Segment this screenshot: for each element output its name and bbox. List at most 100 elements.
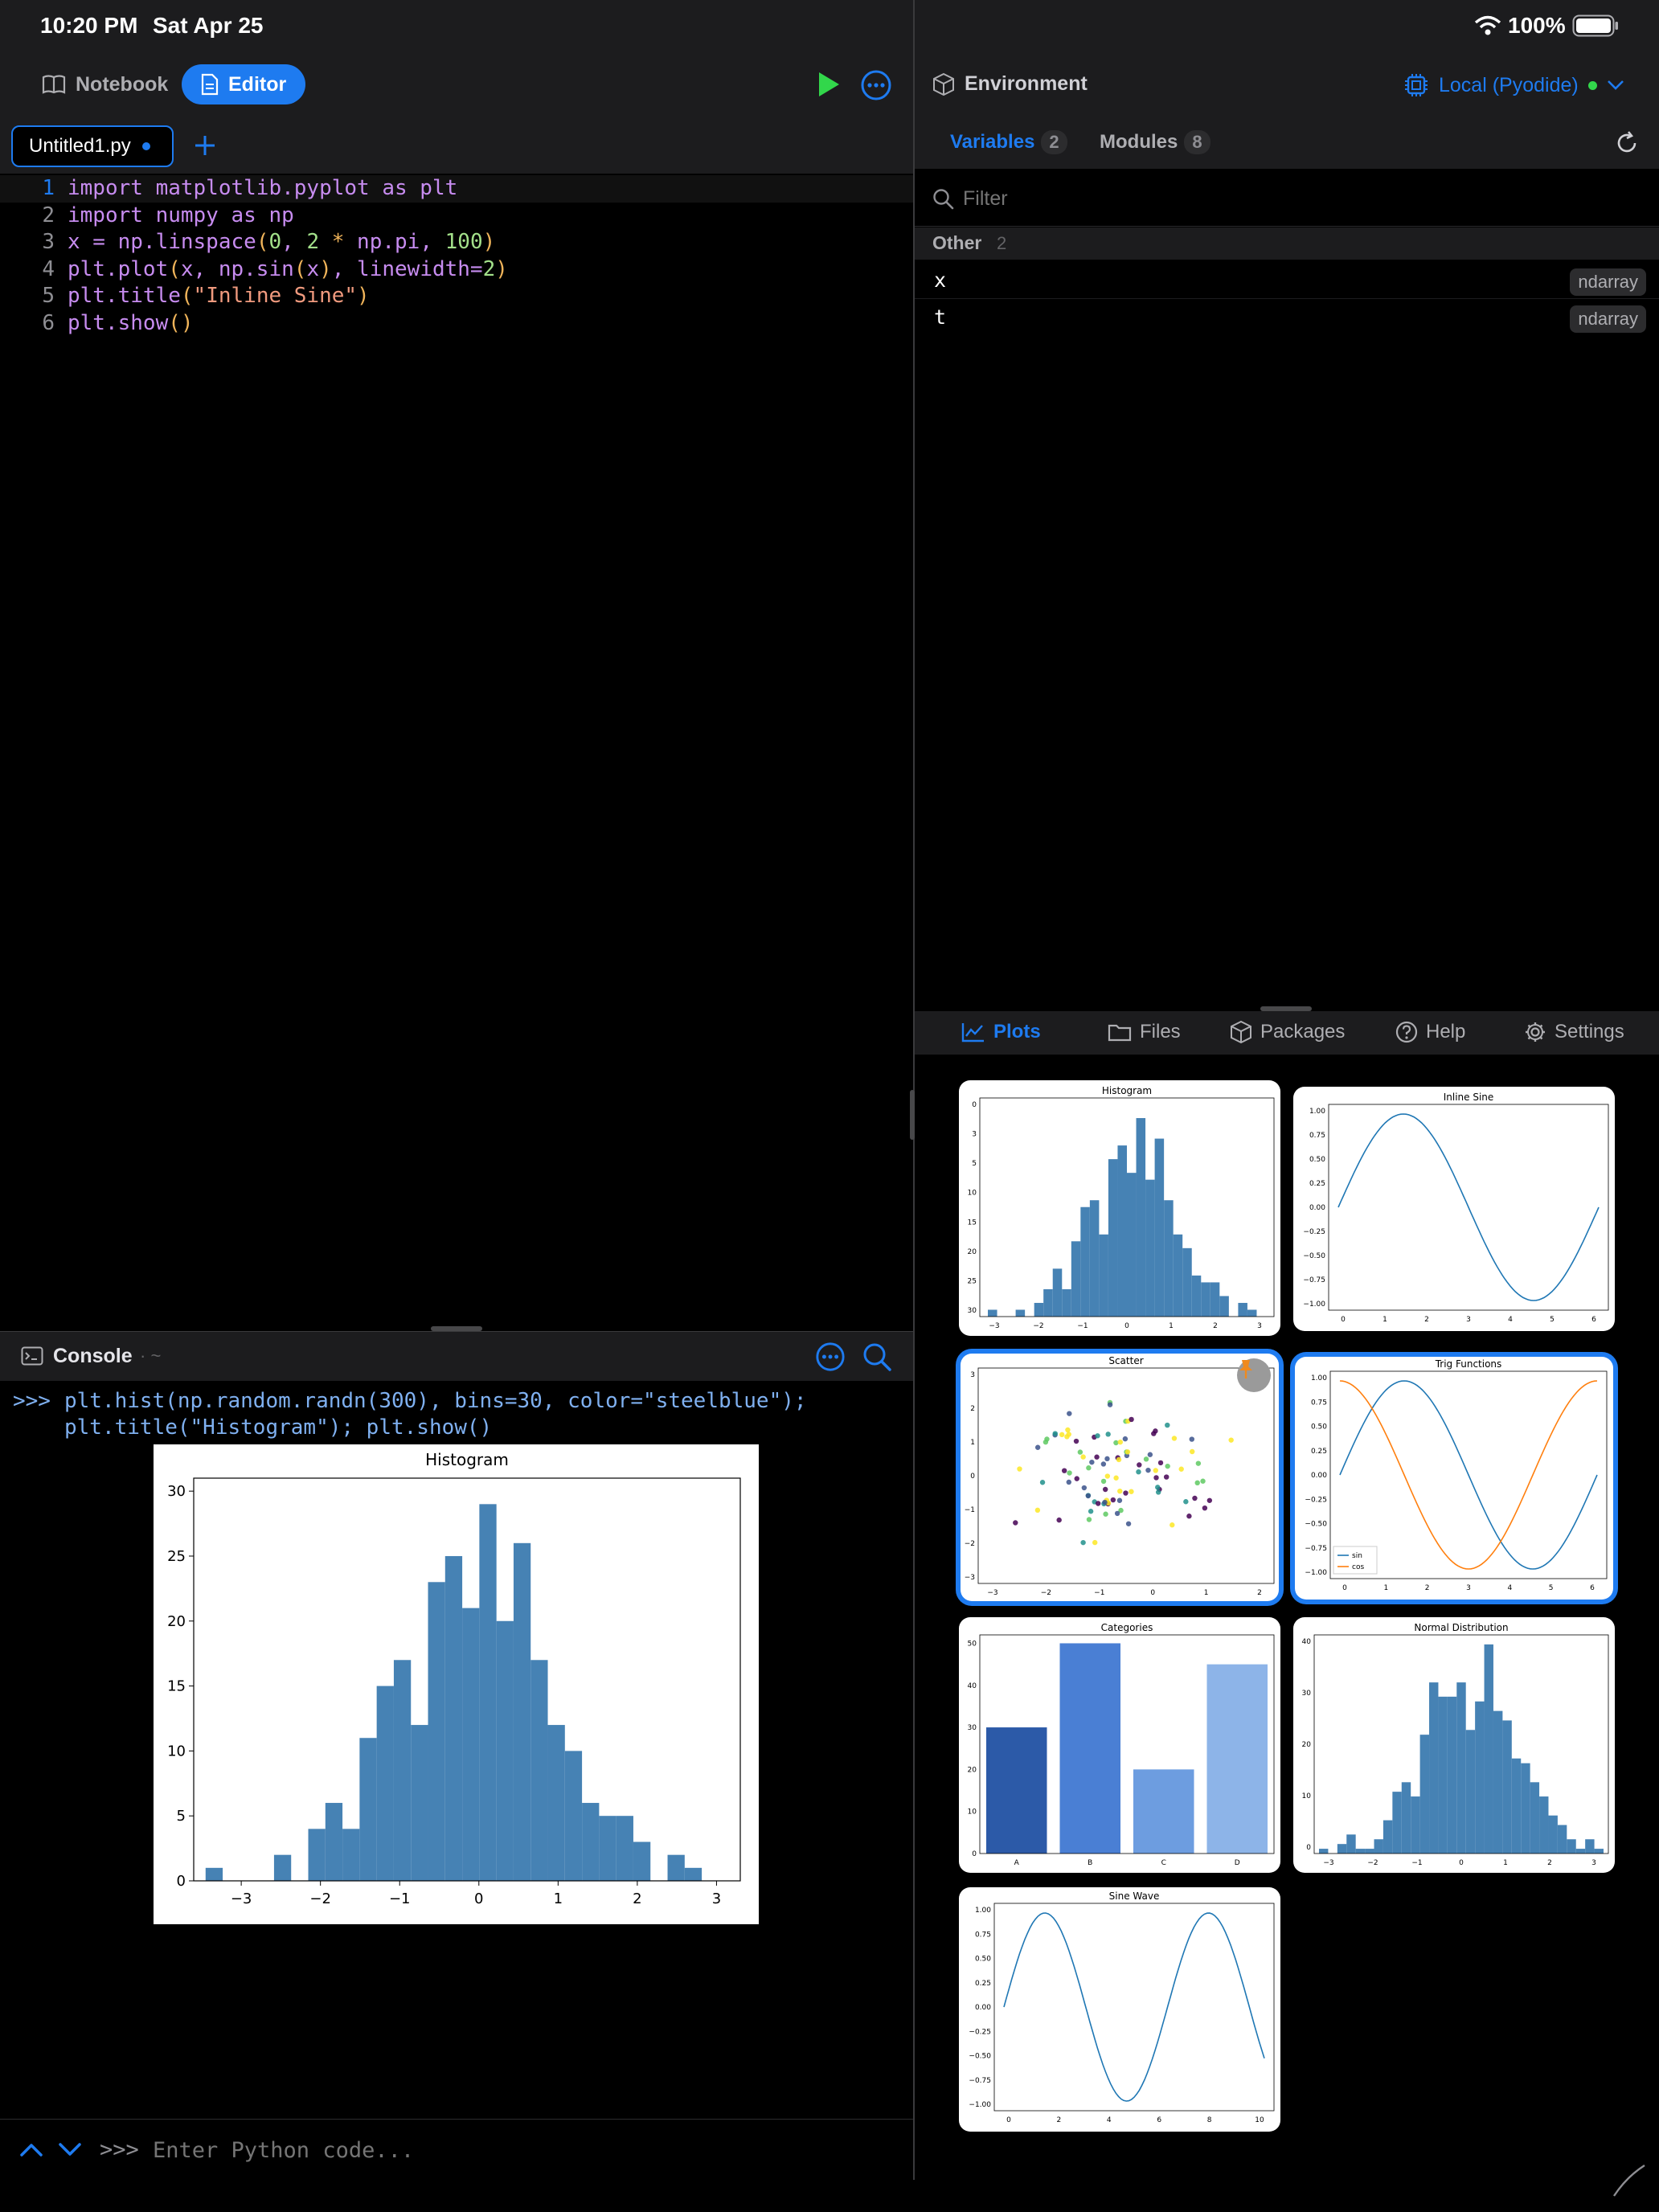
chart-title: Normal Distribution <box>1414 1622 1508 1633</box>
chart-title: Histogram <box>425 1450 509 1469</box>
histogram-bar <box>1438 1696 1448 1854</box>
search-icon[interactable] <box>862 1342 892 1372</box>
histogram-bar <box>428 1582 445 1881</box>
notebook-button[interactable]: Notebook <box>23 64 187 104</box>
scatter-point <box>1183 1499 1189 1505</box>
histogram-chart: Histogram 0 5 10 15 20 25 30 −3 −2 −1 0 1 2 3 <box>167 1450 741 1907</box>
scatter-point <box>1085 1493 1092 1499</box>
tab-plots[interactable]: Plots <box>961 1014 1041 1050</box>
y-tick-label: 20 <box>167 1613 186 1630</box>
x-tick-label: 10 <box>1255 2116 1264 2124</box>
histogram-bar <box>988 1309 997 1317</box>
runtime-selector[interactable]: Local (Pyodide) <box>1403 69 1624 101</box>
tab-modules-label: Modules <box>1100 131 1178 153</box>
category-bar <box>986 1727 1047 1854</box>
code-line: 6 plt.show() <box>0 310 913 338</box>
tab-help[interactable]: Help <box>1395 1014 1465 1050</box>
thumbnail-chart: Sine Wave 1.00 0.75 0.50 0.25 0.00 −0.25 −0.50 −… <box>969 1890 1275 2124</box>
variable-row[interactable]: t ndarray <box>915 299 1659 336</box>
histogram-bar <box>325 1803 343 1881</box>
tab-files[interactable]: Files <box>1108 1014 1181 1050</box>
scatter-point <box>1013 1520 1018 1526</box>
chart-line-icon <box>961 1023 984 1043</box>
filter-search-icon <box>933 189 954 210</box>
scatter-point <box>1194 1480 1200 1486</box>
scatter-point <box>1116 1497 1123 1503</box>
file-tab-title: Untitled1.py <box>29 135 131 157</box>
scatter-point <box>1125 1521 1132 1526</box>
tab-packages[interactable]: Packages <box>1230 1014 1345 1050</box>
file-tab[interactable]: Untitled1.py <box>11 125 174 167</box>
code-text: plt.show() <box>68 310 194 335</box>
tab-modules[interactable]: Modules 8 <box>1100 130 1210 154</box>
file-tab-bar: Untitled1.py <box>0 119 913 174</box>
histogram-bar <box>1210 1282 1220 1317</box>
scatter-point <box>1169 1522 1175 1528</box>
plot-thumbnail[interactable]: Inline Sine 1.00 0.75 0.50 0.25 0.00 −0.25 −0.5… <box>1293 1087 1615 1331</box>
tab-settings[interactable]: Settings <box>1524 1014 1624 1050</box>
variables-count: 2 <box>1041 130 1067 154</box>
scatter-point <box>1189 1436 1194 1442</box>
plot-thumbnail[interactable]: A B C D Categories 0 10 20 30 40 50 <box>959 1617 1280 1873</box>
histogram-bar <box>684 1867 703 1881</box>
cpu-icon <box>1405 74 1428 96</box>
y-tick-label: 0.75 <box>1311 1399 1327 1407</box>
history-down-icon[interactable] <box>58 2140 82 2158</box>
x-tick-label: −3 <box>987 1589 997 1597</box>
y-tick-label: 10 <box>1302 1792 1312 1800</box>
x-tick-label: −1 <box>1094 1589 1104 1597</box>
y-tick-label: 20 <box>1302 1741 1312 1749</box>
console-input[interactable] <box>153 2131 876 2169</box>
filter-input[interactable] <box>963 182 1622 215</box>
pane-resize-handle[interactable] <box>910 1090 915 1140</box>
histogram-bar <box>1219 1296 1229 1317</box>
histogram-bar <box>1539 1796 1549 1854</box>
plot-thumbnail-selected[interactable]: Trig Functions 1.00 0.75 0.50 0.25 0.00 −0.25 −… <box>1295 1357 1613 1600</box>
scatter-point <box>1124 1449 1131 1455</box>
variable-name: t <box>934 305 947 329</box>
scatter-point <box>1077 1449 1083 1455</box>
y-tick-label: 0 <box>1306 1844 1311 1852</box>
add-tab-icon[interactable] <box>193 133 217 158</box>
pin-button[interactable] <box>1237 1358 1271 1392</box>
y-tick-label: 3 <box>970 1371 975 1379</box>
console-title: Console <box>53 1345 133 1367</box>
console-more-icon[interactable] <box>815 1342 846 1372</box>
x-tick-label: 3 <box>1257 1322 1262 1330</box>
editor-button[interactable]: Editor <box>182 64 306 104</box>
scatter-point <box>1186 1514 1192 1519</box>
line-number: 5 <box>42 284 55 308</box>
scatter-point <box>1105 1432 1111 1437</box>
history-up-icon[interactable] <box>19 2140 43 2158</box>
refresh-icon[interactable] <box>1614 130 1640 156</box>
x-tick-label: 5 <box>1550 1316 1555 1324</box>
variable-group-header[interactable]: Other 2 <box>915 227 1659 260</box>
scatter-point <box>1074 1476 1079 1481</box>
histogram-bar <box>1238 1302 1247 1317</box>
plot-thumbnail[interactable]: Normal Distribution 40 30 20 10 0 −3 −2 −1 0 1 2 3 <box>1293 1617 1615 1873</box>
x-tick-label: D <box>1235 1859 1240 1867</box>
y-tick-label: 15 <box>167 1678 186 1695</box>
scatter-point <box>1117 1488 1123 1494</box>
histogram-bar <box>1465 1730 1476 1854</box>
plot-thumbnail[interactable]: Sine Wave 1.00 0.75 0.50 0.25 0.00 −0.25 −0.50 −… <box>959 1887 1280 2132</box>
y-tick-label: −0.50 <box>969 2053 991 2061</box>
x-tick-label: 3 <box>712 1890 721 1907</box>
tab-variables[interactable]: Variables 2 <box>950 130 1067 154</box>
scatter-point <box>1039 1480 1046 1485</box>
editor-pane: 10:20 PM Sat Apr 25 Notebook Editor Unti… <box>0 0 1659 2212</box>
y-tick-label: 10 <box>167 1743 186 1759</box>
x-tick-label: 0 <box>1006 2116 1011 2124</box>
run-icon[interactable] <box>817 71 841 98</box>
variable-row[interactable]: x ndarray <box>915 262 1659 299</box>
histogram-bar <box>1145 1179 1155 1317</box>
thumbnail-chart: A B C D Categories 0 10 20 30 40 50 <box>968 1622 1275 1867</box>
more-options-icon[interactable] <box>860 69 892 101</box>
y-tick-label: −0.50 <box>1303 1252 1325 1260</box>
plot-thumbnail[interactable]: Histogram 0 3 5 10 15 20 25 30 −3 −2 −1 0 1 2 3 <box>959 1080 1280 1336</box>
plot-thumbnail-selected[interactable]: Scatter 3 2 1 0 −1 −2 −3 −3 −2 −1 0 1 2 <box>961 1354 1279 1601</box>
histogram-bar <box>1365 1849 1374 1854</box>
scatter-point <box>1034 1507 1041 1514</box>
scatter-point <box>1129 1416 1134 1423</box>
scatter-point <box>1103 1511 1108 1517</box>
